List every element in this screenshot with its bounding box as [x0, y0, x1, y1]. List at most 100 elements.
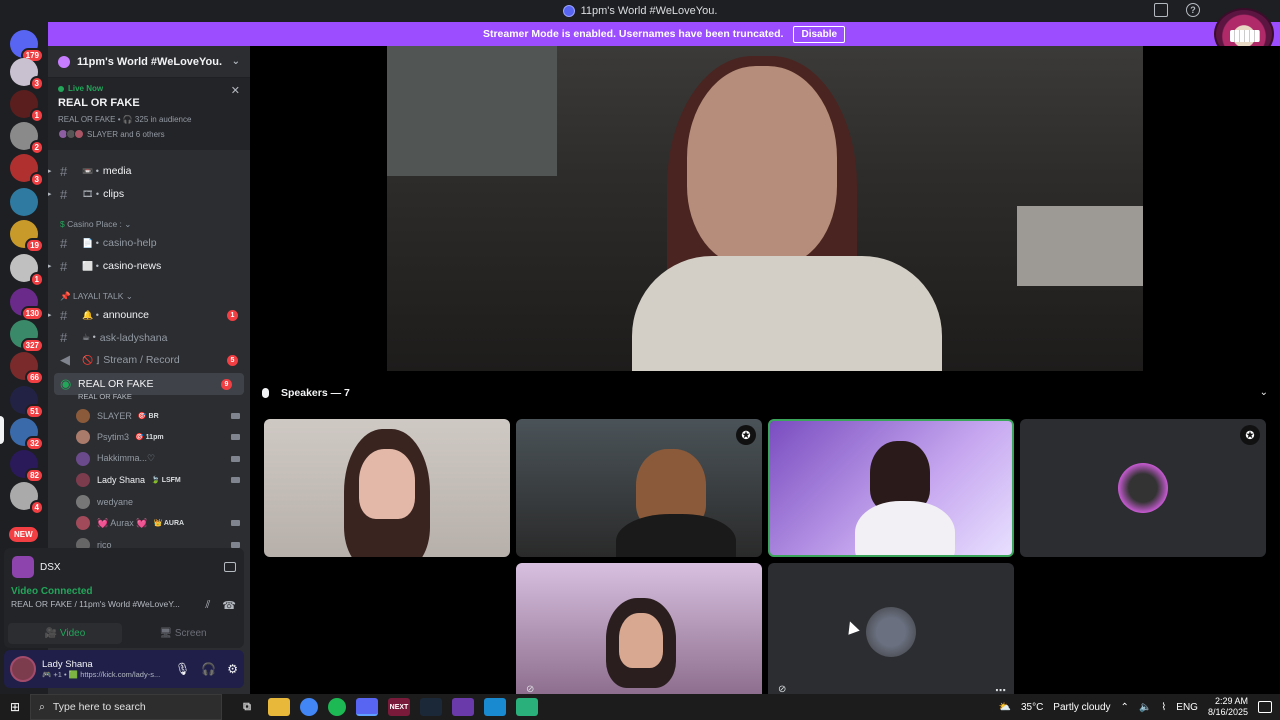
- noise-suppression-icon[interactable]: ⫽: [205, 599, 210, 612]
- channel-item[interactable]: ▸ # 📼 • media: [48, 160, 250, 182]
- windows-start-icon[interactable]: ⊞: [0, 700, 30, 714]
- user-panel: Lady Shana 🎮 +1 • 🟩 https://kick.com/lad…: [4, 650, 244, 688]
- file-explorer-icon[interactable]: [268, 698, 290, 716]
- inbox-icon[interactable]: [1154, 3, 1168, 17]
- screen-button[interactable]: 🖥 Screen: [126, 623, 240, 644]
- server-icon[interactable]: 1: [10, 254, 44, 287]
- voice-status[interactable]: Video Connected: [11, 586, 244, 597]
- voice-user-name: wedyane: [97, 496, 134, 507]
- hashtag-icon: #: [60, 307, 68, 323]
- language[interactable]: ENG: [1176, 702, 1198, 713]
- speaker-tile[interactable]: ✪: [1020, 419, 1266, 557]
- channel-emoji: 📄 •: [82, 237, 99, 248]
- app-icon[interactable]: [516, 698, 538, 716]
- video-person-face: [687, 66, 837, 266]
- server-icon[interactable]: 19: [10, 220, 44, 253]
- server-icon[interactable]: 66: [10, 352, 44, 385]
- network-icon[interactable]: ⌇: [1161, 702, 1166, 713]
- taskbar-search[interactable]: ⌕ Type here to search: [30, 694, 222, 720]
- disable-streamer-button[interactable]: Disable: [793, 25, 846, 43]
- camera-icon: [231, 412, 240, 419]
- server-header[interactable]: 11pm's World #WeLoveYou. ⌄: [48, 46, 250, 78]
- speaker-tile[interactable]: ⊘: [516, 563, 762, 701]
- channel-item[interactable]: ▸ # 🔔 • announce 1: [48, 304, 250, 326]
- unread-arrow-icon: ▸: [48, 191, 52, 198]
- channel-item[interactable]: ▸ # ⬜ • casino-news: [48, 255, 250, 277]
- server-icon[interactable]: 2: [10, 122, 44, 155]
- search-icon: ⌕: [39, 700, 45, 713]
- avatar: [76, 516, 90, 530]
- video-button[interactable]: 🎥 Video: [8, 623, 122, 644]
- category-header[interactable]: 📌 LAYALI TALK ⌄: [60, 291, 133, 302]
- live-avatars-text: SLAYER and 6 others: [87, 129, 165, 139]
- notifications-icon[interactable]: [1258, 701, 1272, 713]
- speaker-tile-speaking[interactable]: [768, 419, 1014, 557]
- app-icon[interactable]: NEXT: [388, 698, 410, 716]
- channel-item[interactable]: ▸ # 🎞 • clips: [48, 183, 250, 205]
- main-video[interactable]: [387, 46, 1143, 371]
- chrome-icon[interactable]: [300, 698, 318, 716]
- speaker-tile[interactable]: [264, 419, 510, 557]
- weather-text[interactable]: Partly cloudy: [1053, 702, 1110, 713]
- channel-item[interactable]: ◀ 🚫 ⌋ Stream / Record 5: [48, 349, 250, 371]
- server-icon[interactable]: 3: [10, 154, 44, 187]
- discord-icon[interactable]: [356, 698, 378, 716]
- chevron-up-icon[interactable]: ⌃: [1121, 702, 1129, 713]
- server-icon[interactable]: 82: [10, 450, 44, 483]
- stage-icon: ◉: [60, 376, 72, 391]
- screen-share-icon[interactable]: [224, 562, 236, 572]
- server-icon[interactable]: 179: [10, 30, 44, 63]
- server-icon[interactable]: 1: [10, 90, 44, 123]
- channel-item[interactable]: # ☕ • ask-ladyshana: [48, 327, 250, 349]
- chevron-down-icon: ⌄: [231, 56, 240, 67]
- spotify-icon[interactable]: [328, 698, 346, 716]
- category-header[interactable]: $ Casino Place : ⌄: [60, 219, 131, 230]
- chevron-down-icon[interactable]: ⌄: [1260, 387, 1268, 398]
- channel-name: ask-ladyshana: [99, 331, 168, 344]
- voice-server-row[interactable]: DSX: [4, 548, 244, 586]
- voice-user-name: Psytim3: [97, 432, 130, 442]
- server-icon[interactable]: 51: [10, 386, 44, 419]
- headphones-icon[interactable]: 🎧: [201, 662, 216, 676]
- microphone-icon[interactable]: 🎙: [175, 662, 190, 676]
- steam-icon[interactable]: [420, 698, 442, 716]
- voice-user-name: Lady Shana: [97, 475, 146, 485]
- task-view-icon[interactable]: ⧉: [236, 698, 258, 716]
- weather-temp[interactable]: 35°C: [1021, 702, 1043, 713]
- speaker-tile[interactable]: ✪: [516, 419, 762, 557]
- app-icon[interactable]: [452, 698, 474, 716]
- voice-user[interactable]: Lady Shana 🍃 LSFM: [76, 470, 242, 491]
- voice-user[interactable]: SLAYER 🎯 BR: [76, 405, 242, 426]
- speaker-tile[interactable]: ⊘ ⋯: [768, 563, 1014, 701]
- mention-badge: 1: [29, 108, 44, 123]
- window-title: 11pm's World #WeLoveYou.: [580, 5, 718, 17]
- voice-user[interactable]: 💓 Aurax 💓 👑 AURA: [76, 513, 242, 534]
- app-icon[interactable]: [484, 698, 506, 716]
- mention-badge: 1: [227, 309, 238, 321]
- volume-icon[interactable]: 🔈: [1139, 702, 1151, 713]
- gear-icon[interactable]: ⚙: [227, 662, 238, 676]
- voice-user-name: SLAYER: [97, 410, 132, 421]
- voice-user[interactable]: wedyane: [76, 491, 242, 512]
- server-icon[interactable]: [10, 188, 38, 216]
- channel-name: REAL OR FAKE: [78, 378, 154, 390]
- server-icon[interactable]: 130: [10, 288, 44, 321]
- avatar[interactable]: [10, 656, 36, 682]
- channel-item[interactable]: # 📄 • casino-help: [48, 232, 250, 254]
- channel-name: media: [102, 165, 132, 177]
- server-icon[interactable]: 32: [10, 418, 44, 451]
- channel-emoji: ⬜ •: [82, 260, 99, 271]
- clock[interactable]: 2:29 AM 8/16/2025: [1208, 696, 1248, 718]
- camera-icon: [231, 520, 240, 526]
- voice-user[interactable]: Psytim3 🎯 11pm: [76, 427, 242, 448]
- server-icon[interactable]: 3: [10, 58, 44, 91]
- server-icon[interactable]: 327: [10, 320, 44, 353]
- live-stage-card[interactable]: Live Now REAL OR FAKE REAL OR FAKE • 🎧 3…: [48, 78, 250, 150]
- close-icon[interactable]: ✕: [231, 84, 240, 97]
- weather-icon[interactable]: ⛅: [999, 702, 1011, 713]
- server-icon[interactable]: 4: [10, 482, 44, 515]
- disconnect-icon[interactable]: ☎: [222, 599, 236, 612]
- voice-user[interactable]: Hakkimma...♡: [76, 448, 242, 469]
- help-icon[interactable]: ?: [1186, 3, 1200, 17]
- channel-emoji: 🎞 •: [82, 188, 100, 199]
